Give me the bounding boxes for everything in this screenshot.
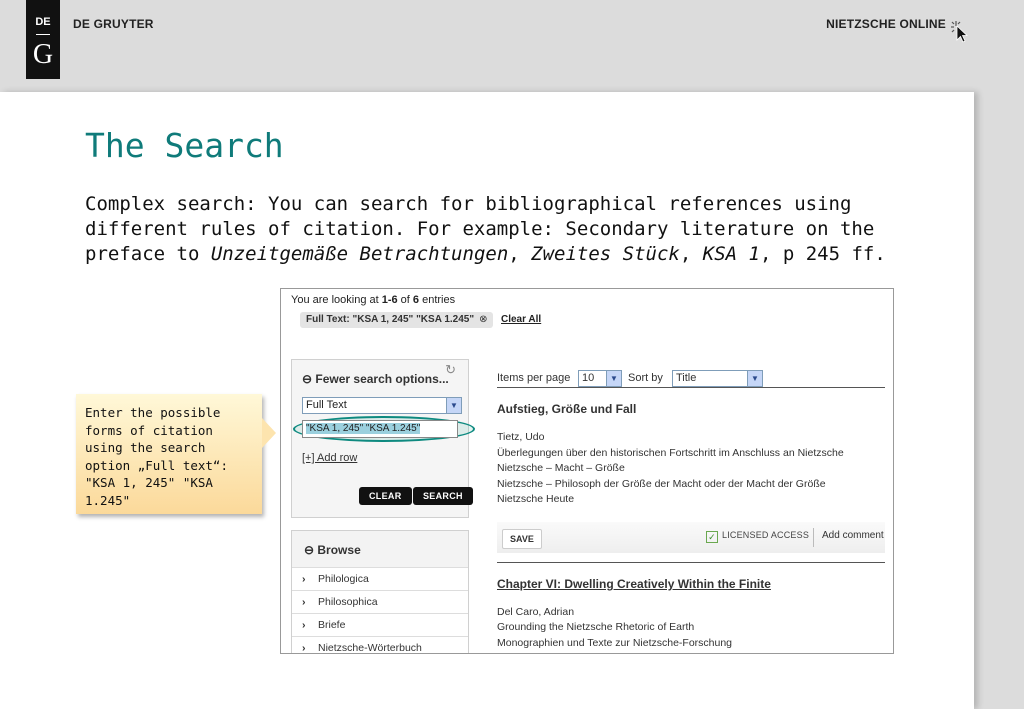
sort-by-value: Title bbox=[676, 372, 697, 384]
result-author-2: Del Caro, Adrian bbox=[497, 606, 575, 618]
browse-panel: ⊖ Browse › Philologica › Philosophica › Bri… bbox=[291, 530, 469, 654]
divider bbox=[497, 562, 885, 563]
active-filter-chip[interactable]: Full Text: "KSA 1, 245" "KSA 1.245" ⊗ bbox=[300, 312, 494, 328]
result-title-1[interactable]: Aufstieg, Größe und Fall bbox=[497, 402, 636, 416]
divider bbox=[813, 528, 814, 547]
save-button[interactable]: SAVE bbox=[502, 529, 542, 549]
licensed-access-label: LICENSED ACCESS bbox=[722, 530, 810, 540]
chevron-right-icon: › bbox=[302, 596, 306, 608]
clear-button[interactable]: CLEAR bbox=[359, 487, 412, 505]
chevron-right-icon: › bbox=[302, 619, 306, 631]
chevron-right-icon: › bbox=[302, 642, 306, 654]
result-title-2[interactable]: Chapter VI: Dwelling Creatively Within t… bbox=[497, 577, 771, 591]
publisher-name: DE GRUYTER bbox=[73, 17, 154, 31]
divider bbox=[497, 387, 885, 388]
browse-item-label: Nietzsche-Wörterbuch bbox=[318, 642, 422, 654]
entries-range: 1-6 bbox=[381, 294, 398, 306]
refresh-icon[interactable]: ↻ bbox=[445, 362, 456, 378]
de-gruyter-logo[interactable]: DE G bbox=[26, 0, 60, 79]
browse-header[interactable]: ⊖ Browse bbox=[292, 531, 468, 568]
search-query-input[interactable]: "KSA 1, 245" "KSA 1.245" bbox=[302, 420, 458, 438]
entries-of: of bbox=[397, 294, 413, 306]
result-action-bar: SAVE ✓ LICENSED ACCESS Add comment bbox=[497, 522, 885, 553]
callout-pointer bbox=[262, 418, 276, 448]
body-separator: , bbox=[508, 243, 532, 265]
body-italic-work: Unzeitgemäße Betrachtungen bbox=[210, 243, 509, 265]
browse-title: ⊖ Browse bbox=[304, 543, 361, 557]
chevron-right-icon: › bbox=[302, 573, 306, 585]
entries-suffix: entries bbox=[419, 294, 456, 306]
result-series-1: Nietzsche Heute bbox=[497, 493, 575, 505]
sort-by-select[interactable]: Title ▼ bbox=[672, 370, 763, 387]
instruction-callout: Enter the possible forms of citation usi… bbox=[76, 394, 262, 514]
product-name: NIETZSCHE ONLINE bbox=[826, 17, 946, 31]
entries-prefix: You are looking at bbox=[291, 294, 382, 306]
result-book-subtitle-1: Nietzsche – Philosoph der Größe der Mach… bbox=[497, 478, 826, 490]
chevron-down-icon: ▼ bbox=[606, 371, 621, 386]
search-field-value: Full Text bbox=[306, 399, 347, 411]
result-series-2: Monographien und Texte zur Nietzsche-For… bbox=[497, 637, 733, 649]
logo-divider bbox=[36, 34, 50, 35]
filter-chip-label: Full Text: "KSA 1, 245" "KSA 1.245" bbox=[306, 314, 475, 325]
chevron-down-icon: ▼ bbox=[446, 398, 461, 413]
body-separator: , bbox=[679, 243, 703, 265]
items-per-page-value: 10 bbox=[582, 372, 595, 384]
browse-item-label: Briefe bbox=[318, 619, 346, 631]
logo-g-text: G bbox=[32, 39, 54, 70]
sort-by-label: Sort by bbox=[628, 372, 663, 384]
checkbox-check-icon: ✓ bbox=[706, 531, 718, 543]
search-field-select[interactable]: Full Text ▼ bbox=[302, 397, 462, 414]
search-results-screenshot: You are looking at 1-6 of 6 entries Full… bbox=[280, 288, 894, 654]
chevron-down-icon: ▼ bbox=[747, 371, 762, 386]
result-book-1: Nietzsche – Macht – Größe bbox=[497, 462, 625, 474]
browse-item-briefe[interactable]: › Briefe bbox=[292, 614, 468, 637]
browse-item-woerterbuch[interactable]: › Nietzsche-Wörterbuch bbox=[292, 637, 468, 654]
body-tail: , p 245 ff. bbox=[759, 243, 886, 265]
browse-item-label: Philologica bbox=[318, 573, 369, 585]
items-per-page-label: Items per page bbox=[497, 372, 571, 384]
search-button[interactable]: SEARCH bbox=[413, 487, 473, 505]
clear-all-link[interactable]: Clear All bbox=[501, 314, 541, 325]
add-row-link[interactable]: [+] Add row bbox=[302, 452, 357, 464]
browse-item-philologica[interactable]: › Philologica bbox=[292, 568, 468, 591]
slide-description: Complex search: You can search for bibli… bbox=[85, 192, 915, 267]
result-author-1: Tietz, Udo bbox=[497, 431, 545, 443]
entries-count: You are looking at 1-6 of 6 entries bbox=[291, 294, 455, 306]
result-subtitle-2: Grounding the Nietzsche Rhetoric of Eart… bbox=[497, 621, 695, 633]
logo-de-text: DE bbox=[35, 16, 51, 28]
add-comment-link[interactable]: Add comment bbox=[822, 530, 884, 541]
body-italic-ksa: KSA 1 bbox=[702, 243, 760, 265]
sparkle-cursor-icon bbox=[951, 21, 969, 43]
search-query-value: "KSA 1, 245" "KSA 1.245" bbox=[306, 423, 421, 434]
slide: The Search Complex search: You can searc… bbox=[0, 92, 974, 709]
browse-item-label: Philosophica bbox=[318, 596, 378, 608]
body-italic-part: Zweites Stück bbox=[531, 243, 680, 265]
licensed-access-badge: ✓ LICENSED ACCESS bbox=[706, 530, 809, 543]
slide-title: The Search bbox=[85, 126, 284, 165]
fewer-search-options-toggle[interactable]: ⊖ Fewer search options... bbox=[302, 372, 449, 386]
remove-filter-icon[interactable]: ⊗ bbox=[479, 314, 487, 325]
result-subtitle-1: Überlegungen über den historischen Forts… bbox=[497, 447, 844, 459]
callout-text: Enter the possible forms of citation usi… bbox=[85, 405, 228, 508]
browse-item-philosophica[interactable]: › Philosophica bbox=[292, 591, 468, 614]
items-per-page-select[interactable]: 10 ▼ bbox=[578, 370, 622, 387]
search-options-panel: ⊖ Fewer search options... ↻ Full Text ▼ "… bbox=[291, 359, 475, 518]
